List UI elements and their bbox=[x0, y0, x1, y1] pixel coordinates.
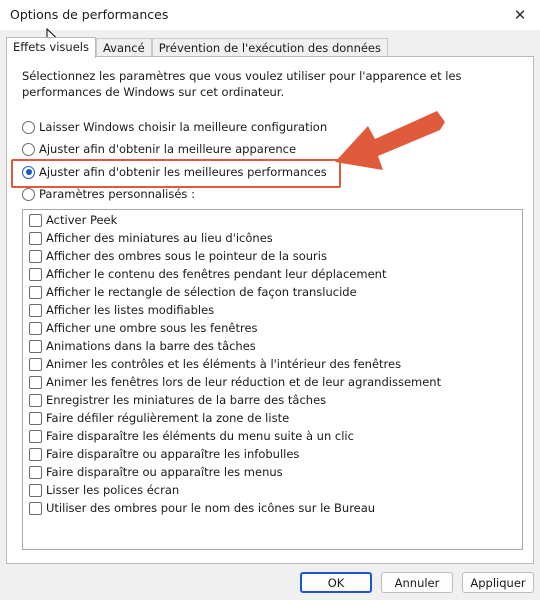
effect-item[interactable]: Animer les contrôles et les éléments à l… bbox=[29, 355, 401, 373]
effect-item[interactable]: Afficher le rectangle de sélection de fa… bbox=[29, 283, 357, 301]
effect-label: Animer les contrôles et les éléments à l… bbox=[46, 357, 402, 371]
effect-label: Animer les fenêtres lors de leur réducti… bbox=[46, 375, 442, 389]
checkbox[interactable] bbox=[29, 213, 42, 227]
radio-button[interactable] bbox=[22, 120, 35, 134]
tab-strip: Effets visuels Avancé Prévention de l'ex… bbox=[6, 37, 388, 58]
effect-item[interactable]: Afficher les listes modifiables bbox=[29, 301, 214, 319]
effect-label: Afficher une ombre sous les fenêtres bbox=[46, 321, 258, 335]
effect-label: Afficher les listes modifiables bbox=[46, 303, 215, 317]
checkbox[interactable] bbox=[29, 411, 42, 425]
effect-item[interactable]: Afficher le contenu des fenêtres pendant… bbox=[29, 265, 386, 283]
effect-label: Faire défiler régulièrement la zone de l… bbox=[46, 411, 290, 425]
intro-text: Sélectionnez les paramètres que vous vou… bbox=[22, 69, 462, 99]
checkbox[interactable] bbox=[29, 393, 42, 407]
checkbox[interactable] bbox=[29, 465, 42, 479]
effect-label: Faire disparaître les éléments du menu s… bbox=[46, 429, 354, 443]
checkbox[interactable] bbox=[29, 339, 42, 353]
tab-avance[interactable]: Avancé bbox=[95, 38, 152, 57]
effect-label: Afficher le contenu des fenêtres pendant… bbox=[46, 267, 387, 281]
effect-item[interactable]: Activer Peek bbox=[29, 211, 117, 229]
radio-button[interactable] bbox=[22, 142, 35, 156]
effect-item[interactable]: Faire disparaître les éléments du menu s… bbox=[29, 427, 354, 445]
tab-panel: Sélectionnez les paramètres que vous vou… bbox=[6, 56, 534, 564]
option-label: Ajuster afin d'obtenir la meilleure appa… bbox=[39, 142, 297, 156]
effect-label: Activer Peek bbox=[46, 213, 118, 227]
effect-label: Lisser les polices écran bbox=[46, 483, 180, 497]
effect-label: Faire disparaître ou apparaître les menu… bbox=[46, 465, 283, 479]
window-title: Options de performances bbox=[10, 7, 169, 22]
effect-item[interactable]: Faire disparaître ou apparaître les info… bbox=[29, 445, 299, 463]
effect-item[interactable]: Afficher des ombres sous le pointeur de … bbox=[29, 247, 327, 265]
checkbox[interactable] bbox=[29, 447, 42, 461]
title-bar: Options de performances ✕ bbox=[0, 0, 540, 30]
effect-label: Faire disparaître ou apparaître les info… bbox=[46, 447, 300, 461]
option-label: Laisser Windows choisir la meilleure con… bbox=[39, 120, 328, 134]
checkbox[interactable] bbox=[29, 501, 42, 515]
effect-item[interactable]: Enregistrer les miniatures de la barre d… bbox=[29, 391, 326, 409]
close-button[interactable]: ✕ bbox=[500, 0, 540, 30]
checkbox[interactable] bbox=[29, 483, 42, 497]
effect-item[interactable]: Faire disparaître ou apparaître les menu… bbox=[29, 463, 283, 481]
checkbox[interactable] bbox=[29, 285, 42, 299]
checkbox[interactable] bbox=[29, 375, 42, 389]
annotation-arrow-icon bbox=[335, 111, 445, 170]
checkbox[interactable] bbox=[29, 249, 42, 263]
effect-item[interactable]: Afficher des miniatures au lieu d'icônes bbox=[29, 229, 273, 247]
effect-label: Afficher le rectangle de sélection de fa… bbox=[46, 285, 357, 299]
tab-effets-visuels[interactable]: Effets visuels bbox=[6, 37, 96, 58]
checkbox[interactable] bbox=[29, 267, 42, 281]
close-icon: ✕ bbox=[513, 6, 527, 24]
effect-label: Afficher des ombres sous le pointeur de … bbox=[46, 249, 327, 263]
radio-button[interactable] bbox=[22, 187, 35, 201]
effect-item[interactable]: Utiliser des ombres pour le nom des icôn… bbox=[29, 499, 375, 517]
effect-label: Afficher des miniatures au lieu d'icônes bbox=[46, 231, 273, 245]
ok-button[interactable]: OK bbox=[300, 572, 372, 593]
tab-prevention-execution[interactable]: Prévention de l'exécution des données bbox=[151, 38, 388, 57]
effect-item[interactable]: Animations dans la barre des tâches bbox=[29, 337, 256, 355]
checkbox[interactable] bbox=[29, 231, 42, 245]
option-let-windows-choose[interactable]: Laisser Windows choisir la meilleure con… bbox=[22, 120, 327, 134]
cancel-button[interactable]: Annuler bbox=[381, 572, 453, 593]
checkbox[interactable] bbox=[29, 303, 42, 317]
option-label: Paramètres personnalisés : bbox=[39, 187, 195, 201]
checkbox[interactable] bbox=[29, 357, 42, 371]
annotation-highlight-box bbox=[11, 159, 341, 188]
option-custom[interactable]: Paramètres personnalisés : bbox=[22, 187, 195, 201]
apply-button[interactable]: Appliquer bbox=[462, 572, 534, 593]
effect-label: Animations dans la barre des tâches bbox=[46, 339, 256, 353]
effect-item[interactable]: Afficher une ombre sous les fenêtres bbox=[29, 319, 258, 337]
effect-label: Enregistrer les miniatures de la barre d… bbox=[46, 393, 327, 407]
checkbox[interactable] bbox=[29, 321, 42, 335]
checkbox[interactable] bbox=[29, 429, 42, 443]
effect-item[interactable]: Faire défiler régulièrement la zone de l… bbox=[29, 409, 289, 427]
effect-label: Utiliser des ombres pour le nom des icôn… bbox=[46, 501, 376, 515]
option-best-appearance[interactable]: Ajuster afin d'obtenir la meilleure appa… bbox=[22, 142, 296, 156]
effects-list[interactable]: Activer Peek Afficher des miniatures au … bbox=[22, 209, 523, 550]
effect-item[interactable]: Lisser les polices écran bbox=[29, 481, 179, 499]
effect-item[interactable]: Animer les fenêtres lors de leur réducti… bbox=[29, 373, 441, 391]
